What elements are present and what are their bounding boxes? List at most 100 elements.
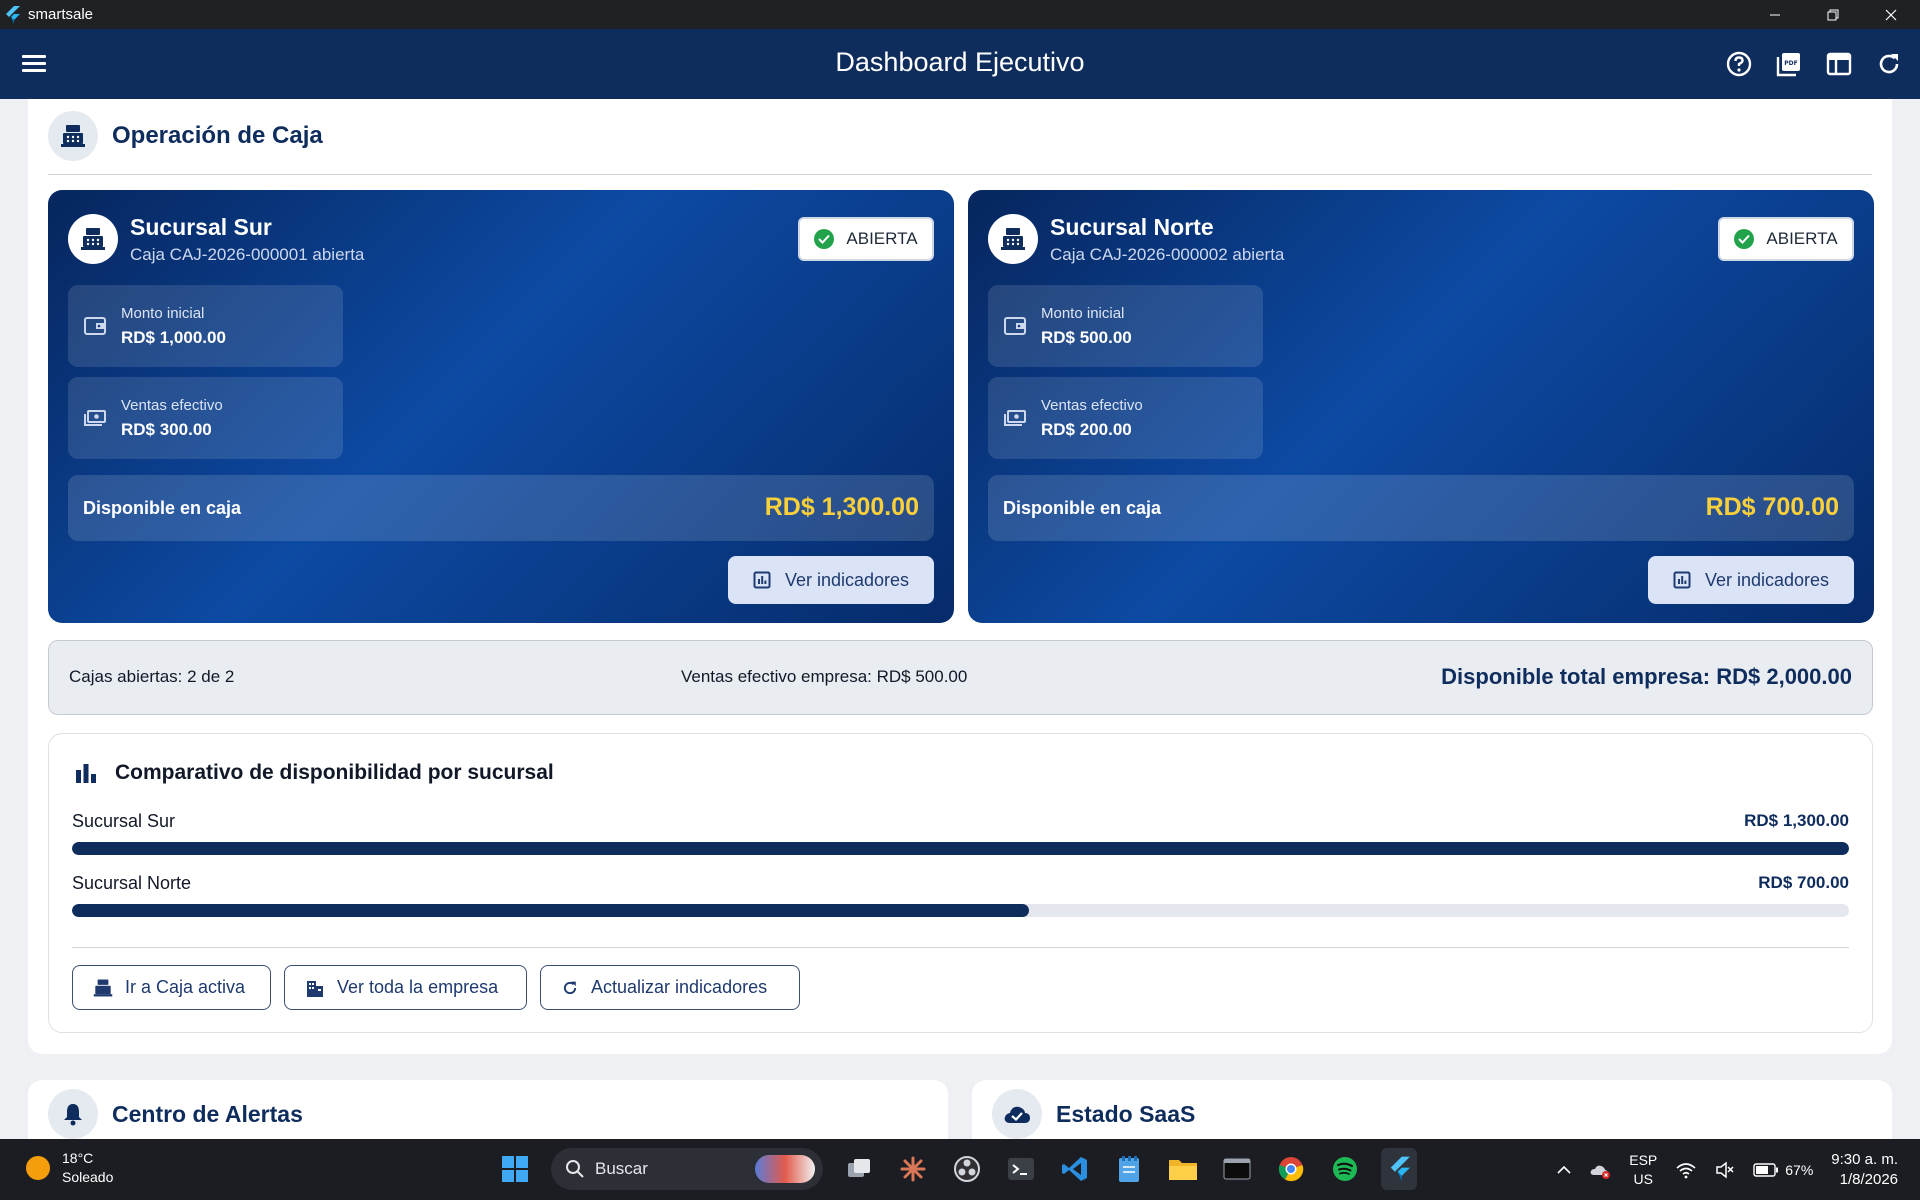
svg-text:PDF: PDF <box>1784 60 1797 67</box>
check-circle-icon <box>814 229 835 249</box>
ventas-efectivo-stat: Ventas efectivo RD$ 200.00 <box>988 377 1263 459</box>
vscode-icon[interactable] <box>1057 1148 1093 1190</box>
bar-fill-norte <box>72 904 1029 917</box>
monto-inicial-stat: Monto inicial RD$ 1,000.00 <box>68 285 343 367</box>
pdf-export-icon[interactable]: PDF <box>1772 47 1806 81</box>
building-icon <box>307 980 323 997</box>
language-code: ESP <box>1629 1151 1658 1168</box>
chart-box-icon <box>1673 571 1691 589</box>
battery-indicator[interactable]: 67% <box>1753 1162 1813 1178</box>
stat-value: RD$ 300.00 <box>121 420 212 439</box>
cash-register-icon <box>93 979 113 996</box>
button-label: Ver toda la empresa <box>337 977 499 997</box>
ver-indicadores-button[interactable]: Ver indicadores <box>1648 556 1854 604</box>
status-badge: ABIERTA <box>798 217 934 261</box>
monto-inicial-stat: Monto inicial RD$ 500.00 <box>988 285 1263 367</box>
disponible-value: RD$ 1,300.00 <box>764 493 919 521</box>
status-badge-label: ABIERTA <box>846 229 918 248</box>
check-circle-icon <box>1734 229 1755 249</box>
claude-app-icon[interactable] <box>895 1148 931 1190</box>
table-layout-icon[interactable] <box>1822 47 1856 81</box>
taskbar-search-box[interactable]: Buscar <box>551 1148 823 1190</box>
ir-caja-activa-button[interactable]: Ir a Caja activa <box>72 965 271 1010</box>
page-title: Dashboard Ejecutivo <box>835 47 1085 77</box>
cash-icon <box>84 410 106 426</box>
console-icon[interactable] <box>1219 1148 1255 1190</box>
weather-widget[interactable]: 18°C Soleado <box>26 1149 113 1187</box>
dashboard-content[interactable]: Operación de Caja Sucursal Sur Caja CAJ-… <box>0 99 1920 1139</box>
bar-chart-icon <box>76 764 96 783</box>
bar-fill-sur <box>72 842 1849 855</box>
refresh-icon[interactable] <box>1872 47 1906 81</box>
disponible-label: Disponible en caja <box>1003 498 1162 518</box>
ver-indicadores-button[interactable]: Ver indicadores <box>728 556 934 604</box>
clock-date: 1/8/2026 <box>1839 1170 1898 1188</box>
task-view-icon[interactable] <box>841 1148 877 1190</box>
comparativo-title: Comparativo de disponibilidad por sucurs… <box>115 761 554 784</box>
weather-temp: 18°C <box>62 1150 94 1166</box>
wallet-icon <box>1004 317 1026 335</box>
terminal-icon[interactable] <box>1003 1148 1039 1190</box>
obs-studio-icon[interactable] <box>949 1148 985 1190</box>
windows-start-icon[interactable] <box>497 1148 533 1190</box>
volume-muted-icon[interactable] <box>1715 1160 1735 1179</box>
keyboard-layout: US <box>1633 1170 1653 1187</box>
chevron-up-icon[interactable] <box>1557 1165 1571 1175</box>
section-title: Estado SaaS <box>1056 1100 1196 1127</box>
ver-indicadores-label: Ver indicadores <box>1704 569 1830 590</box>
restore-button[interactable] <box>1804 0 1862 29</box>
disponible-value: RD$ 700.00 <box>1705 493 1839 521</box>
wifi-icon[interactable] <box>1675 1161 1697 1179</box>
sun-icon <box>26 1156 50 1180</box>
clock-time: 9:30 a. m. <box>1831 1150 1898 1168</box>
flutter-taskbar-icon[interactable] <box>1381 1148 1417 1190</box>
ver-indicadores-label: Ver indicadores <box>784 569 910 590</box>
stat-label: Monto inicial <box>1041 305 1125 322</box>
branch-card-sur: Sucursal Sur Caja CAJ-2026-000001 abiert… <box>48 190 954 623</box>
cloud-check-icon <box>992 1089 1042 1139</box>
onedrive-error-icon[interactable] <box>1589 1161 1611 1179</box>
help-icon[interactable] <box>1722 47 1756 81</box>
branch-name: Sucursal Sur <box>130 214 272 240</box>
bar-value: RD$ 700.00 <box>1758 873 1849 892</box>
comparativo-card: Comparativo de disponibilidad por sucurs… <box>48 733 1873 1033</box>
cash-register-icon <box>48 111 98 161</box>
bell-alert-icon <box>48 1089 98 1139</box>
system-clock[interactable]: 9:30 a. m. 1/8/2026 <box>1831 1150 1898 1190</box>
close-window-button[interactable] <box>1862 0 1920 29</box>
section-title: Centro de Alertas <box>112 1100 303 1127</box>
bar-label: Sucursal Sur <box>72 811 176 831</box>
branch-caja-subtitle: Caja CAJ-2026-000001 abierta <box>130 245 365 264</box>
cajas-abiertas-text: Cajas abiertas: 2 de 2 <box>69 667 235 686</box>
weather-desc: Soleado <box>62 1169 114 1185</box>
disponible-label: Disponible en caja <box>83 498 242 518</box>
windows-taskbar: 18°C Soleado Buscar ESP US 67% 9:30 a. m… <box>0 1139 1920 1200</box>
minimize-button[interactable] <box>1746 0 1804 29</box>
stat-label: Monto inicial <box>121 305 205 322</box>
wallet-icon <box>84 317 106 335</box>
ver-toda-empresa-button[interactable]: Ver toda la empresa <box>284 965 527 1010</box>
comparativo-divider <box>72 947 1849 948</box>
notepad-icon[interactable] <box>1111 1148 1147 1190</box>
centro-alertas-section: Centro de Alertas <box>28 1080 948 1139</box>
chrome-icon[interactable] <box>1273 1148 1309 1190</box>
search-highlight-image <box>755 1155 815 1183</box>
search-placeholder: Buscar <box>595 1159 648 1178</box>
status-badge-label: ABIERTA <box>1766 229 1838 248</box>
disponible-en-caja: Disponible en caja RD$ 700.00 <box>988 475 1854 541</box>
battery-percent: 67% <box>1785 1161 1814 1178</box>
bar-track <box>72 904 1849 917</box>
button-label: Ir a Caja activa <box>125 977 246 997</box>
actualizar-indicadores-button[interactable]: Actualizar indicadores <box>540 965 800 1010</box>
bar-track <box>72 842 1849 855</box>
bar-value: RD$ 1,300.00 <box>1744 811 1849 830</box>
input-language-indicator[interactable]: ESP US <box>1629 1151 1657 1189</box>
section-divider <box>48 174 1872 175</box>
spotify-icon[interactable] <box>1327 1148 1363 1190</box>
ventas-empresa-text: Ventas efectivo empresa: RD$ 500.00 <box>681 667 968 686</box>
cash-register-icon <box>68 214 118 264</box>
file-explorer-icon[interactable] <box>1165 1148 1201 1190</box>
stat-value: RD$ 500.00 <box>1041 328 1132 347</box>
button-label: Actualizar indicadores <box>591 977 768 997</box>
stat-label: Ventas efectivo <box>1041 397 1143 414</box>
